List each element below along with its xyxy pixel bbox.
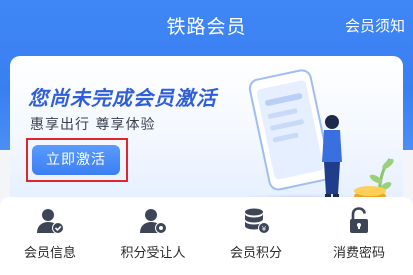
menu-label: 消费密码 bbox=[332, 246, 385, 261]
activate-button[interactable]: 立即激活 bbox=[32, 145, 120, 175]
user-gear-icon bbox=[140, 209, 167, 234]
menu-item-member-info[interactable]: 会员信息 bbox=[0, 206, 100, 272]
unlock-icon bbox=[350, 207, 368, 233]
svg-text:¥: ¥ bbox=[262, 225, 267, 233]
menu-item-payment-password[interactable]: 消费密码 bbox=[309, 206, 409, 272]
coin-stack-icon: ¥ bbox=[245, 208, 270, 234]
user-check-icon bbox=[37, 209, 64, 234]
menu-label: 会员积分 bbox=[229, 246, 282, 261]
menu-label: 会员信息 bbox=[23, 246, 76, 261]
menu-item-points-transferee[interactable]: 积分受让人 bbox=[103, 206, 203, 272]
menu-item-member-points[interactable]: ¥ 会员积分 bbox=[206, 206, 306, 272]
banner-subtitle: 惠享出行 尊享体验 bbox=[30, 117, 156, 133]
activation-banner: 您尚未完成会员激活 惠享出行 尊享体验 立即激活 bbox=[10, 56, 403, 214]
menu-label: 积分受让人 bbox=[120, 246, 186, 261]
member-notice-link[interactable]: 会员须知 bbox=[345, 15, 405, 36]
phone-illustration bbox=[230, 69, 394, 214]
banner-title: 您尚未完成会员激活 bbox=[28, 86, 217, 110]
